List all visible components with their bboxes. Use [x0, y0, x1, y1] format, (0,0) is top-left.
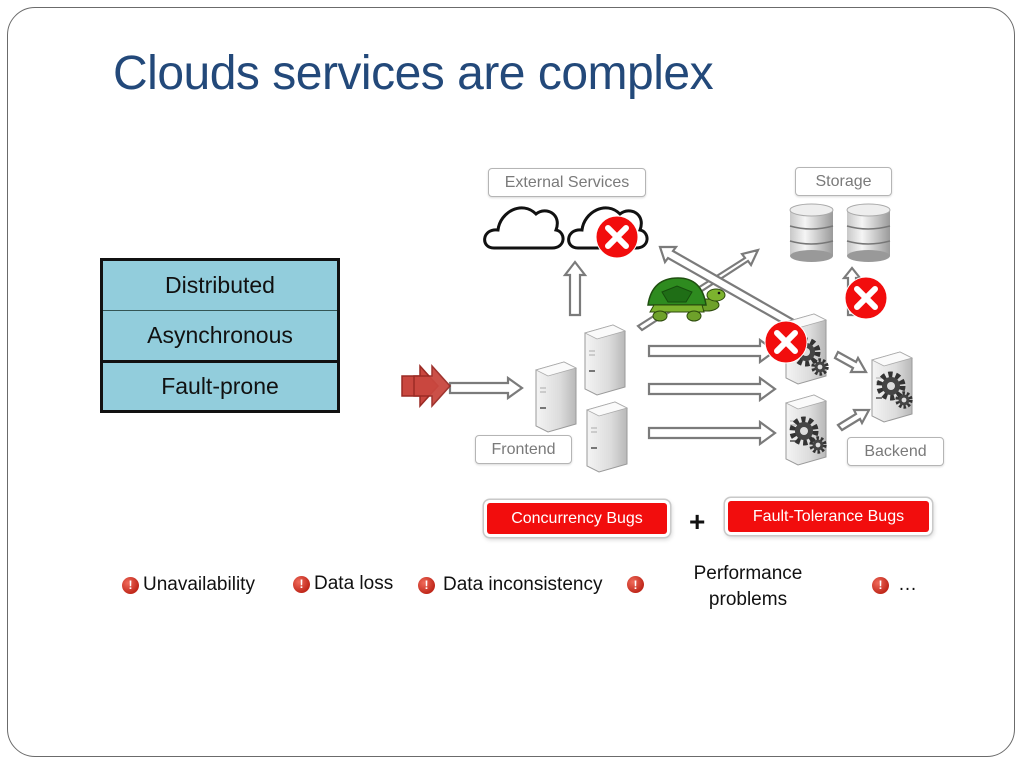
label-storage: Storage	[795, 167, 892, 196]
impact-more: ! …	[872, 574, 917, 596]
impact-label: Data inconsistency	[443, 574, 603, 595]
alert-icon: !	[627, 576, 644, 593]
impact-label-line1: Performance	[693, 563, 803, 584]
database-icon	[789, 203, 834, 262]
error-icon-storage	[845, 277, 887, 319]
alert-icon: !	[293, 575, 310, 593]
server-icon	[584, 324, 626, 396]
alert-icon: !	[418, 576, 435, 594]
server-icon	[535, 361, 577, 433]
impact-label-line2: problems	[708, 589, 788, 610]
architecture-diagram	[401, 203, 913, 473]
error-icon-backend	[765, 321, 807, 363]
arrow-backend-to-backend-a	[833, 350, 868, 374]
impact-performance-problems: Performance problems	[680, 561, 816, 613]
impact-label: Data loss	[314, 573, 394, 594]
gear-server-icon	[871, 351, 913, 423]
arrow-frontend-backend-3	[647, 419, 777, 447]
label-frontend: Frontend	[475, 435, 572, 464]
label-backend: Backend	[847, 437, 944, 466]
impact-label: …	[898, 574, 917, 595]
plus-sign: +	[689, 506, 706, 537]
arrow-frontend-backend-1	[647, 337, 777, 365]
fault-tolerance-bugs-badge: Fault-Tolerance Bugs	[728, 501, 929, 532]
label-external-services: External Services	[488, 168, 646, 197]
red-double-arrow-icon	[401, 364, 452, 408]
concurrency-bugs-badge: Concurrency Bugs	[487, 503, 667, 534]
error-icon-external	[596, 216, 638, 258]
server-icon	[586, 401, 628, 473]
arrow-backend-to-backend-b	[836, 408, 871, 432]
impact-performance-alert: !	[627, 576, 648, 593]
impact-data-inconsistency: ! Data inconsistency	[418, 574, 602, 596]
arrow-frontend-backend-2	[647, 375, 777, 403]
arrow-to-external	[562, 260, 588, 317]
gear-server-icon	[785, 394, 827, 466]
arrow-input	[448, 375, 524, 401]
database-icon	[846, 203, 891, 262]
alert-icon: !	[872, 576, 889, 594]
impact-data-loss: ! Data loss	[293, 573, 393, 595]
impact-label: Unavailability	[143, 574, 255, 595]
cloud-icon	[483, 206, 565, 250]
impact-unavailability: ! Unavailability	[122, 574, 255, 596]
alert-icon: !	[122, 576, 139, 594]
